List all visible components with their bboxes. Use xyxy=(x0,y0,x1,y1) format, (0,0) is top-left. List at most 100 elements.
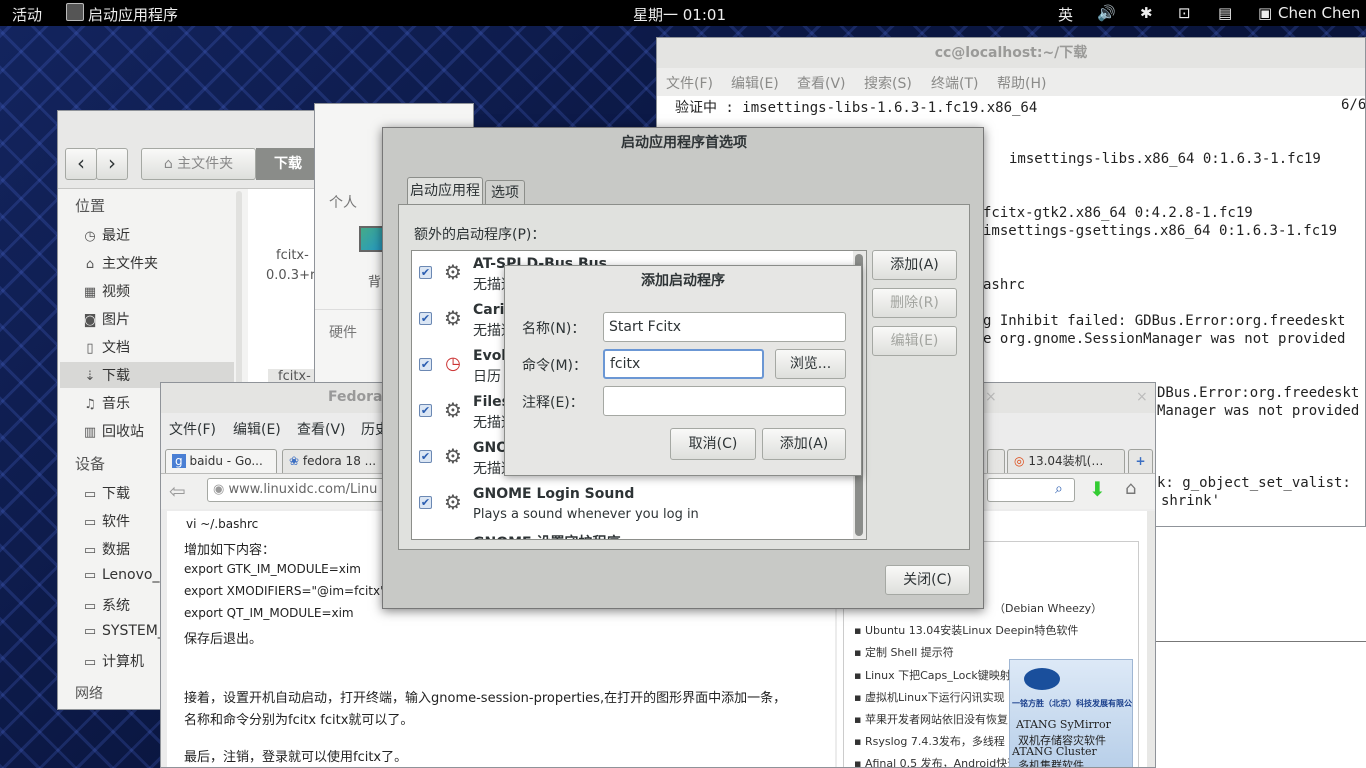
startup-item-checkbox[interactable]: ✔ xyxy=(419,312,432,325)
page-scrollbar[interactable] xyxy=(1147,511,1155,767)
startup-item-checkbox[interactable]: ✔ xyxy=(419,266,432,279)
breadcrumb-home[interactable]: ⌂ 主文件夹 xyxy=(141,148,256,180)
menu-search[interactable]: 搜索(S) xyxy=(864,73,912,93)
tab-partial[interactable] xyxy=(987,449,1005,473)
startup-item-checkbox[interactable]: ✔ xyxy=(419,496,432,509)
comment-field[interactable] xyxy=(603,386,846,416)
sidebar-item-music[interactable]: ♫ 音乐 xyxy=(82,393,130,413)
article-line: export XMODIFIERS="@im=fcitx" xyxy=(184,584,386,598)
url-bar[interactable]: ◉ www.linuxidc.com/Linu xyxy=(207,478,387,502)
sidebar-label: 下载 xyxy=(102,368,130,384)
related-link[interactable]: （Debian Wheezy） xyxy=(994,600,1102,616)
clock-icon: ◷ xyxy=(445,353,461,374)
menu-file[interactable]: 文件(F) xyxy=(666,73,713,93)
close-button[interactable]: 关闭(C) xyxy=(885,565,970,595)
menu-view[interactable]: 查看(V) xyxy=(797,73,846,93)
gear-icon: ⚙ xyxy=(444,444,462,468)
user-menu[interactable]: Chen Chen xyxy=(1278,4,1360,22)
sidebar-item-videos[interactable]: ▦ 视频 xyxy=(82,281,130,301)
sidebar-device-system2[interactable]: ▭ SYSTEM_ xyxy=(82,623,165,639)
cancel-button[interactable]: 取消(C) xyxy=(670,428,756,460)
app-menu-icon[interactable] xyxy=(66,3,84,21)
startup-item-checkbox[interactable]: ✔ xyxy=(419,358,432,371)
app-menu[interactable]: 启动应用程序 xyxy=(88,4,178,25)
ad-company: 一铭方胜（北京）科技发展有限公司 xyxy=(1012,699,1133,708)
bluetooth-icon[interactable]: ✱ xyxy=(1140,4,1153,22)
remove-startup-button[interactable]: 删除(R) xyxy=(872,288,957,318)
firefox-close-icon[interactable]: × xyxy=(985,389,997,405)
confirm-add-button[interactable]: 添加(A) xyxy=(762,428,846,460)
related-link[interactable]: ▪ 虚拟机Linux下运行闪讯实现 xyxy=(854,689,1005,705)
sidebar-device-system[interactable]: ▭ 系统 xyxy=(82,595,130,615)
home-icon: ⌂ xyxy=(85,257,95,272)
related-link-text: Ubuntu 13.04安装Linux Deepin特色软件 xyxy=(864,624,1079,637)
tab-startup-programs[interactable]: 启动应用程序 xyxy=(407,177,483,226)
gear-icon: ⚙ xyxy=(444,260,462,284)
file-name[interactable]: 0.0.3+r xyxy=(266,268,315,283)
tab-fedora[interactable]: ❀ fedora 18 ... xyxy=(282,449,386,473)
ad-banner[interactable]: 一铭方胜（北京）科技发展有限公司 ATANG SyMirror 双机存储容灾软件… xyxy=(1009,659,1133,767)
paw-icon: ❀ xyxy=(289,454,300,468)
related-link[interactable]: ▪ 定制 Shell 提示符 xyxy=(854,644,954,660)
related-link[interactable]: ▪ Afinal 0.5 发布，Android快速 xyxy=(854,755,1018,767)
devices-heading: 设备 xyxy=(75,455,106,473)
ff-menu-file[interactable]: 文件(F) xyxy=(169,419,216,439)
tab-options[interactable]: 选项 xyxy=(485,180,525,205)
download-icon[interactable]: ⬇ xyxy=(1089,477,1106,501)
film-icon: ▦ xyxy=(83,285,97,300)
article-line: export QT_IM_MODULE=xim xyxy=(184,606,354,620)
sidebar-device-computer[interactable]: ▭ 计算机 xyxy=(82,651,144,671)
home-icon[interactable]: ⌂ xyxy=(1125,478,1136,499)
input-method-indicator[interactable]: 英 xyxy=(1058,4,1073,25)
top-bar: 活动 启动应用程序 星期一 01:01 英 🔊 ✱ ⊡ ▤ ▣ Chen Che… xyxy=(0,0,1366,26)
sidebar-item-recent[interactable]: ◷ 最近 xyxy=(82,225,130,245)
network-icon[interactable]: ⊡ xyxy=(1178,4,1191,22)
tab-baidu[interactable]: g baidu - Go... xyxy=(165,449,277,473)
background-settings-label[interactable]: 背 xyxy=(368,271,381,290)
related-link[interactable]: ▪ Ubuntu 13.04安装Linux Deepin特色软件 xyxy=(854,622,1078,638)
back-button[interactable]: ‹ xyxy=(65,148,97,180)
clipboard-icon[interactable]: ▤ xyxy=(1218,4,1232,22)
sidebar-label: 计算机 xyxy=(102,654,144,670)
related-link[interactable]: ▪ Linux 下把Caps_Lock键映射成 xyxy=(854,667,1022,683)
menu-edit[interactable]: 编辑(E) xyxy=(731,73,779,93)
network-heading: 网络 xyxy=(75,686,103,702)
add-startup-button[interactable]: 添加(A) xyxy=(872,250,957,280)
sidebar-device-data[interactable]: ▭ 数据 xyxy=(82,539,130,559)
activities-button[interactable]: 活动 xyxy=(12,4,42,25)
sidebar-item-home[interactable]: ⌂ 主文件夹 xyxy=(82,253,158,273)
terminal-line: fcitx-gtk2.x86_64 0:4.2.8-1.fc19 xyxy=(983,205,1253,221)
firefox-close-icon[interactable]: × xyxy=(1136,389,1148,405)
google-icon: g xyxy=(172,454,186,468)
back-arrow-icon[interactable]: ⇦ xyxy=(169,479,186,503)
sidebar-item-trash[interactable]: ▥ 回收站 xyxy=(82,421,144,441)
terminal-menubar: 文件(F) 编辑(E) 查看(V) 搜索(S) 终端(T) 帮助(H) xyxy=(657,68,1365,96)
related-link[interactable]: ▪ 苹果开发者网站依旧没有恢复 xyxy=(854,711,1008,727)
sidebar-item-pictures[interactable]: ◙ 图片 xyxy=(82,309,130,329)
sidebar-device-software[interactable]: ▭ 软件 xyxy=(82,511,130,531)
menu-terminal[interactable]: 终端(T) xyxy=(931,73,978,93)
sidebar-device-downloads[interactable]: ▭ 下载 xyxy=(82,483,130,503)
tab-ubuntu[interactable]: ◎ 13.04装机(… xyxy=(1007,449,1125,473)
related-link[interactable]: ▪ Rsyslog 7.4.3发布，多线程 xyxy=(854,733,1005,749)
name-field[interactable]: Start Fcitx xyxy=(603,312,846,342)
sidebar-device-lenovo[interactable]: ▭ Lenovo_ xyxy=(82,567,160,583)
ff-menu-view[interactable]: 查看(V) xyxy=(297,419,346,439)
volume-icon[interactable]: 🔊 xyxy=(1097,4,1116,22)
edit-startup-button[interactable]: 编辑(E) xyxy=(872,326,957,356)
add-startup-dialog[interactable]: 添加启动程序 名称(N)： Start Fcitx 命令(M)： fcitx 浏… xyxy=(504,265,862,476)
sidebar-item-documents[interactable]: ▯ 文档 xyxy=(82,337,130,357)
gear-icon: ⚙ xyxy=(444,306,462,330)
command-field[interactable]: fcitx xyxy=(603,349,764,379)
search-icon[interactable]: ⌕ xyxy=(1055,481,1063,497)
browse-button[interactable]: 浏览... xyxy=(775,349,846,379)
forward-button[interactable]: › xyxy=(96,148,128,180)
startup-item-checkbox[interactable]: ✔ xyxy=(419,450,432,463)
menu-help[interactable]: 帮助(H) xyxy=(997,73,1046,93)
sidebar-item-downloads[interactable]: ⇣ 下载 xyxy=(82,365,130,385)
clock[interactable]: 星期一 01:01 xyxy=(633,4,726,25)
ff-menu-edit[interactable]: 编辑(E) xyxy=(233,419,281,439)
file-name[interactable]: fcitx- xyxy=(276,248,309,263)
startup-item-checkbox[interactable]: ✔ xyxy=(419,404,432,417)
new-tab-button[interactable]: + xyxy=(1128,449,1153,473)
